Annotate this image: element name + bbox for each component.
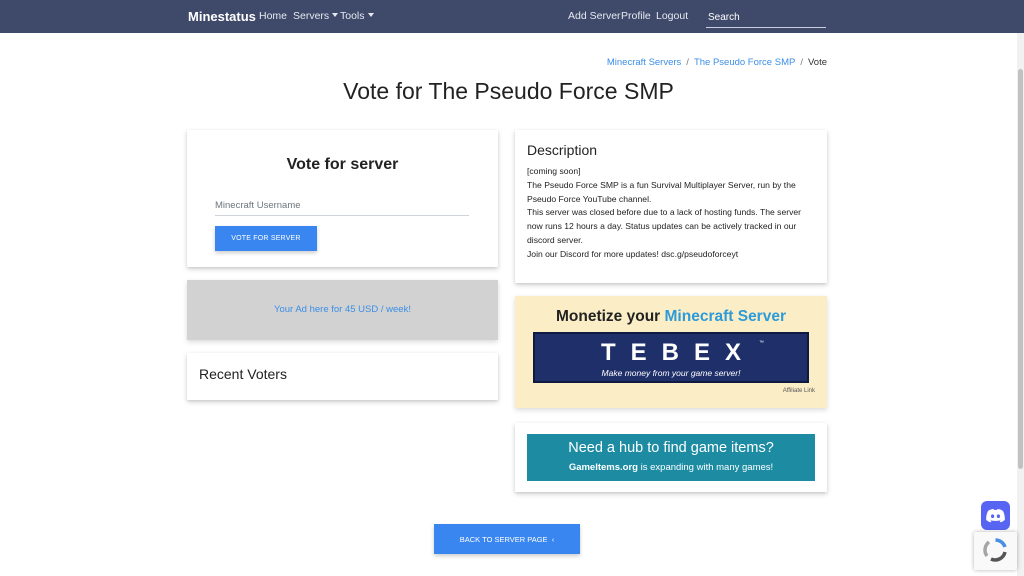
breadcrumb: Minecraft Servers / The Pseudo Force SMP / V… [607,57,827,68]
navbar: Minestatus Home Servers Tools Add Server… [0,0,1024,33]
nav-add-server-label: Add Server [568,10,621,22]
description-heading: Description [527,142,598,158]
description-text: [coming soon] The Pseudo Force SMP is a … [527,165,819,262]
description-line: This server was closed before due to a l… [527,207,802,245]
breadcrumb-server[interactable]: The Pseudo Force SMP [694,57,795,68]
nav-profile-label: Profile [621,10,651,22]
breadcrumb-current: Vote [807,57,827,68]
nav-tools-dropdown[interactable]: Tools [340,10,374,22]
ad-slot: Your Ad here for 45 USD / week! [187,280,498,340]
back-to-server-label: BACK TO SERVER PAGE [459,534,548,544]
game-items-title: Need a hub to find game items? [568,440,774,456]
recent-voters-heading: Recent Voters [199,366,287,382]
monetize-title-prefix: Monetize your [556,308,661,325]
brand-logo[interactable]: Minestatus [188,9,256,24]
chevron-left-icon: ‹ [551,534,555,544]
nav-logout-link[interactable]: Logout [656,10,688,22]
nav-add-server-link[interactable]: Add Server [568,10,621,22]
game-items-card: Need a hub to find game items? GameItems… [515,423,827,492]
ad-link[interactable]: Your Ad here for 45 USD / week! [187,304,498,315]
description-card: Description [coming soon] The Pseudo For… [515,130,827,283]
breadcrumb-separator: / [686,57,689,68]
nav-servers-label: Servers [293,10,330,22]
breadcrumb-separator: / [800,57,803,68]
game-items-banner-link[interactable]: Need a hub to find game items? GameItems… [527,434,815,481]
recaptcha-icon [974,532,1017,570]
chevron-down-icon [332,13,339,17]
monetize-banner-card: Monetize your Minecraft Server TEBEX ™ M… [515,296,827,408]
game-items-subtitle-rest: is expanding with many games! [637,462,774,473]
discord-icon-svg [986,509,1005,523]
description-line: The Pseudo Force SMP is a fun Survival M… [527,179,796,204]
game-items-subtitle: GameItems.org is expanding with many gam… [527,462,815,473]
recent-voters-card: Recent Voters [187,353,498,400]
nav-logout-label: Logout [656,10,689,22]
affiliate-link-label: Affiliate Link [782,388,815,394]
tebex-tagline: Make money from your game server! [601,368,741,378]
tebex-banner-link[interactable]: TEBEX ™ Make money from your game server… [533,332,809,383]
description-line: Join our Discord for more updates! dsc.g… [527,248,739,259]
vote-card-heading: Vote for server [286,156,399,173]
nav-profile-link[interactable]: Profile [621,10,651,22]
nav-servers-dropdown[interactable]: Servers [293,10,339,22]
nav-home-label: Home [259,10,288,22]
tebex-trademark: ™ [759,340,764,346]
recaptcha-logo-svg [983,538,1007,562]
vote-for-server-button[interactable]: VOTE FOR SERVER [215,226,317,251]
game-items-site: GameItems.org [568,462,638,473]
discord-icon[interactable] [981,501,1010,530]
search-input[interactable] [706,8,826,28]
minecraft-username-input[interactable] [215,196,469,216]
breadcrumb-minecraft-servers[interactable]: Minecraft Servers [607,57,681,68]
scrollbar-thumb[interactable] [1018,69,1023,469]
nav-tools-label: Tools [340,10,365,22]
monetize-title-highlight: Minecraft Server [664,308,786,325]
monetize-title: Monetize your Minecraft Server [515,308,827,326]
back-to-server-button[interactable]: BACK TO SERVER PAGE ‹ [434,524,580,554]
nav-home-link[interactable]: Home [259,10,287,22]
chevron-down-icon [367,13,374,17]
tebex-logo: TEBEX [600,339,756,366]
description-line: [coming soon] [527,166,581,176]
page-title: Vote for The Pseudo Force SMP [343,78,674,104]
page-scrollbar[interactable] [1017,33,1024,576]
